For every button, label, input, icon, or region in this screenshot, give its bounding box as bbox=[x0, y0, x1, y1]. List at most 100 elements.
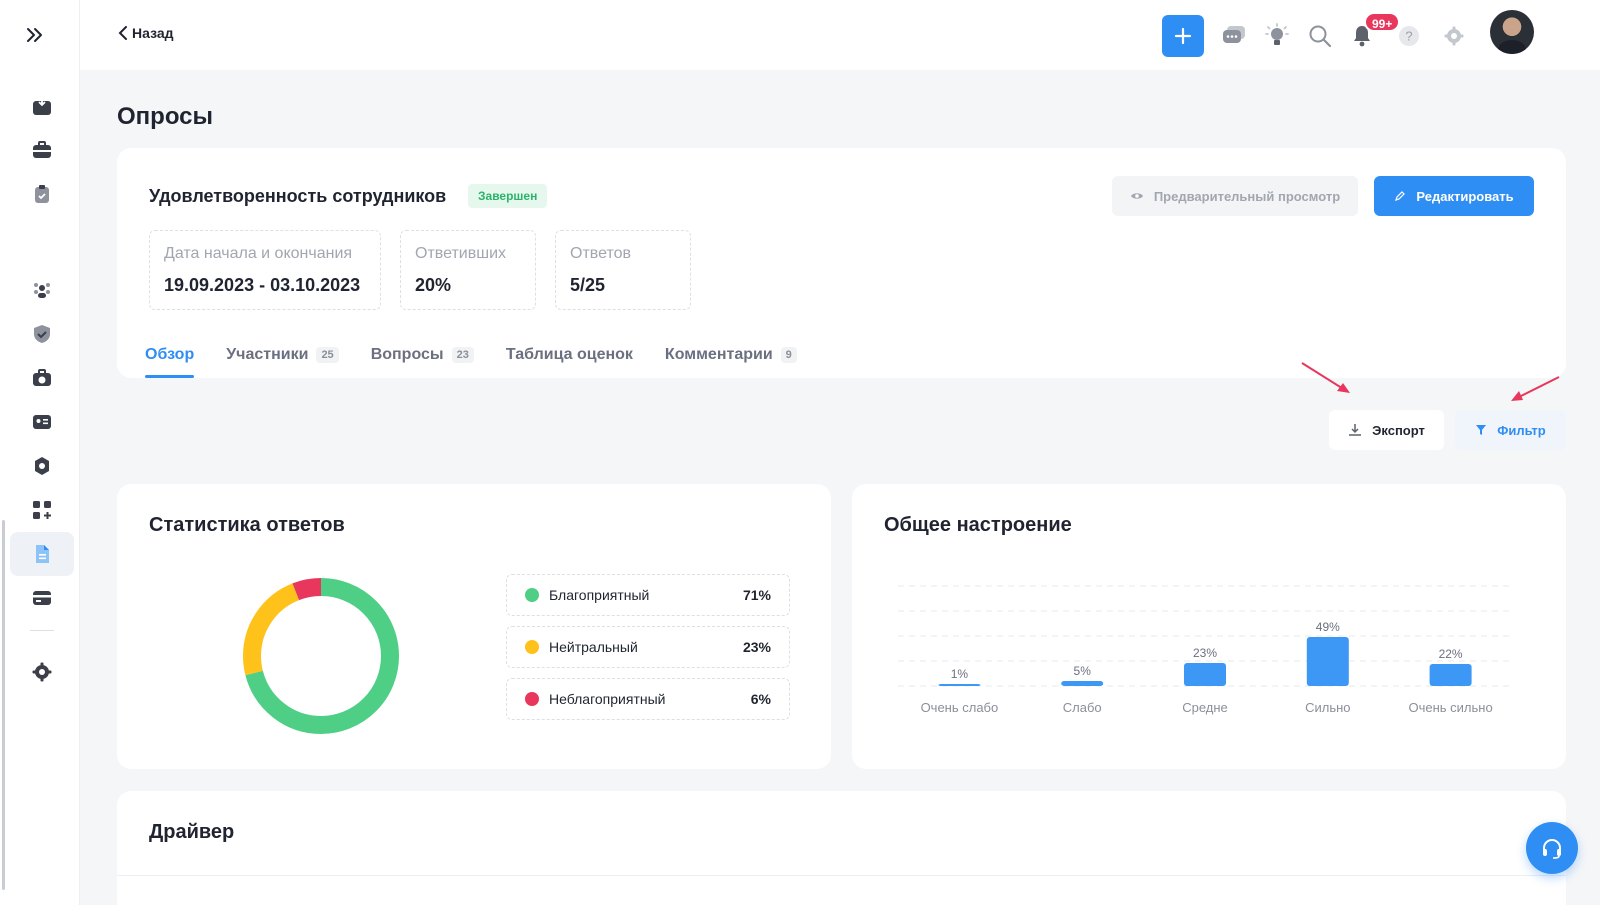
search-icon bbox=[1309, 25, 1332, 48]
legend-pct: 71% bbox=[742, 587, 771, 603]
filter-button[interactable]: Фильтр bbox=[1455, 410, 1566, 450]
headset-icon bbox=[1543, 839, 1561, 859]
stat-answers: Ответов 5/25 bbox=[555, 230, 691, 310]
plus-icon bbox=[1174, 27, 1192, 45]
sidebar-item-projects[interactable] bbox=[10, 128, 74, 172]
bar-value-label: 49% bbox=[1316, 620, 1340, 634]
sidebar-item-team[interactable] bbox=[10, 268, 74, 312]
filter-icon bbox=[1476, 425, 1487, 435]
eye-icon bbox=[1130, 193, 1143, 199]
tab-label: Таблица оценок bbox=[505, 346, 633, 363]
back-link[interactable]: Назад bbox=[118, 25, 174, 41]
gear-icon bbox=[1444, 26, 1464, 46]
create-button[interactable] bbox=[1162, 15, 1204, 57]
stat-dates: Дата начала и окончания 19.09.2023 - 03.… bbox=[149, 230, 381, 310]
sidebar-item-tasks[interactable] bbox=[10, 172, 74, 216]
tab-comments[interactable]: Комментарии 9 bbox=[665, 332, 797, 378]
settings-button[interactable] bbox=[1440, 22, 1468, 50]
sidebar-item-portfolio[interactable] bbox=[10, 356, 74, 400]
x-tick-label: Очень сильно bbox=[1408, 700, 1492, 715]
legend-item-favorable: Благоприятный 71% bbox=[506, 574, 790, 616]
briefcase-check-icon bbox=[33, 369, 51, 386]
response-stats-title: Статистика ответов bbox=[149, 514, 345, 536]
sidebar-item-contacts[interactable] bbox=[10, 400, 74, 444]
x-tick-label: Сильно bbox=[1305, 700, 1350, 715]
x-tick-label: Средне bbox=[1182, 700, 1228, 715]
annotation-arrows bbox=[1301, 362, 1560, 401]
tab-participants[interactable]: Участники 25 bbox=[226, 332, 339, 378]
sidebar-item-surveys[interactable] bbox=[10, 532, 74, 576]
stat-label: Ответивших bbox=[415, 245, 506, 262]
response-stats-card: Статистика ответов Благоприятный 71% Ней… bbox=[117, 484, 831, 769]
back-label: Назад bbox=[132, 25, 174, 41]
donut-legend: Благоприятный 71% Нейтральный 23% Неблаг… bbox=[506, 574, 790, 730]
document-icon bbox=[36, 545, 49, 563]
sidebar-item-achievements[interactable] bbox=[10, 444, 74, 488]
mood-title: Общее настроение bbox=[884, 514, 1072, 536]
chat-icon bbox=[1223, 26, 1245, 43]
bar-value-label: 23% bbox=[1193, 646, 1217, 660]
status-badge: Завершен bbox=[468, 184, 548, 208]
export-button[interactable]: Экспорт bbox=[1329, 410, 1444, 450]
bar-value-label: 5% bbox=[1074, 664, 1092, 678]
sidebar bbox=[0, 0, 80, 905]
id-card-icon bbox=[33, 415, 51, 429]
search-button[interactable] bbox=[1306, 22, 1334, 50]
avatar[interactable] bbox=[1490, 10, 1534, 54]
legend-dot bbox=[525, 692, 539, 706]
x-tick-label: Очень слабо bbox=[921, 700, 999, 715]
legend-item-unfavorable: Неблагоприятный 6% bbox=[506, 678, 790, 720]
stat-value: 20% bbox=[415, 275, 452, 295]
tab-score-table[interactable]: Таблица оценок bbox=[506, 332, 633, 378]
legend-pct: 23% bbox=[742, 639, 771, 655]
driver-divider bbox=[117, 875, 1566, 876]
x-tick-label: Слабо bbox=[1063, 700, 1102, 715]
tab-count: 9 bbox=[780, 347, 797, 363]
card-icon bbox=[33, 591, 51, 605]
bar bbox=[1429, 664, 1472, 686]
tab-overview[interactable]: Обзор bbox=[145, 332, 195, 378]
support-chat-button[interactable] bbox=[1526, 822, 1578, 874]
chevron-left-icon bbox=[118, 26, 127, 40]
export-label: Экспорт bbox=[1372, 422, 1425, 438]
legend-label: Нейтральный bbox=[549, 639, 638, 655]
tab-count: 25 bbox=[316, 347, 339, 363]
tab-questions[interactable]: Вопросы 23 bbox=[371, 332, 474, 378]
top-bar: Назад 99+ ? bbox=[80, 0, 1600, 70]
chat-button[interactable] bbox=[1220, 22, 1248, 50]
gear-icon bbox=[32, 662, 52, 682]
sidebar-item-payments[interactable] bbox=[10, 576, 74, 620]
help-button[interactable]: ? bbox=[1395, 22, 1423, 50]
badge-icon bbox=[35, 457, 49, 475]
stat-value: 19.09.2023 - 03.10.2023 bbox=[164, 275, 361, 295]
donut-chart bbox=[243, 578, 399, 734]
stat-respondents: Ответивших 20% bbox=[400, 230, 536, 310]
help-icon: ? bbox=[1399, 26, 1419, 46]
expand-sidebar-icon[interactable] bbox=[22, 22, 48, 48]
sidebar-item-apps[interactable] bbox=[10, 488, 74, 532]
tab-count: 23 bbox=[451, 347, 474, 363]
preview-button[interactable]: Предварительный просмотр bbox=[1112, 176, 1358, 216]
sidebar-divider bbox=[30, 630, 54, 631]
inbox-icon bbox=[33, 97, 51, 115]
survey-tabs: Обзор Участники 25 Вопросы 23 Таблица оц… bbox=[145, 332, 797, 378]
ideas-button[interactable] bbox=[1263, 22, 1291, 50]
page-title: Опросы bbox=[117, 103, 214, 130]
tab-label: Комментарии bbox=[664, 346, 773, 363]
driver-card: Драйвер bbox=[117, 791, 1566, 905]
edit-button[interactable]: Редактировать bbox=[1374, 176, 1534, 216]
mood-bar-chart: 1% Очень слабо 5% Слабо 23% Средне 49% Сильно 22… bbox=[898, 585, 1512, 715]
bar-value-label: 22% bbox=[1439, 647, 1463, 661]
sidebar-item-inbox[interactable] bbox=[10, 84, 74, 128]
lightbulb-icon bbox=[1265, 23, 1289, 45]
team-icon bbox=[34, 283, 50, 298]
pencil-icon bbox=[1395, 191, 1406, 201]
legend-pct: 6% bbox=[750, 691, 771, 707]
sidebar-item-security[interactable] bbox=[10, 312, 74, 356]
sidebar-scrollbar[interactable] bbox=[2, 520, 5, 890]
bar bbox=[1184, 663, 1226, 686]
sidebar-item-settings[interactable] bbox=[10, 650, 74, 694]
arrow-to-filter bbox=[1511, 376, 1560, 401]
svg-text:?: ? bbox=[1405, 29, 1412, 44]
tab-label: Участники bbox=[226, 346, 309, 363]
